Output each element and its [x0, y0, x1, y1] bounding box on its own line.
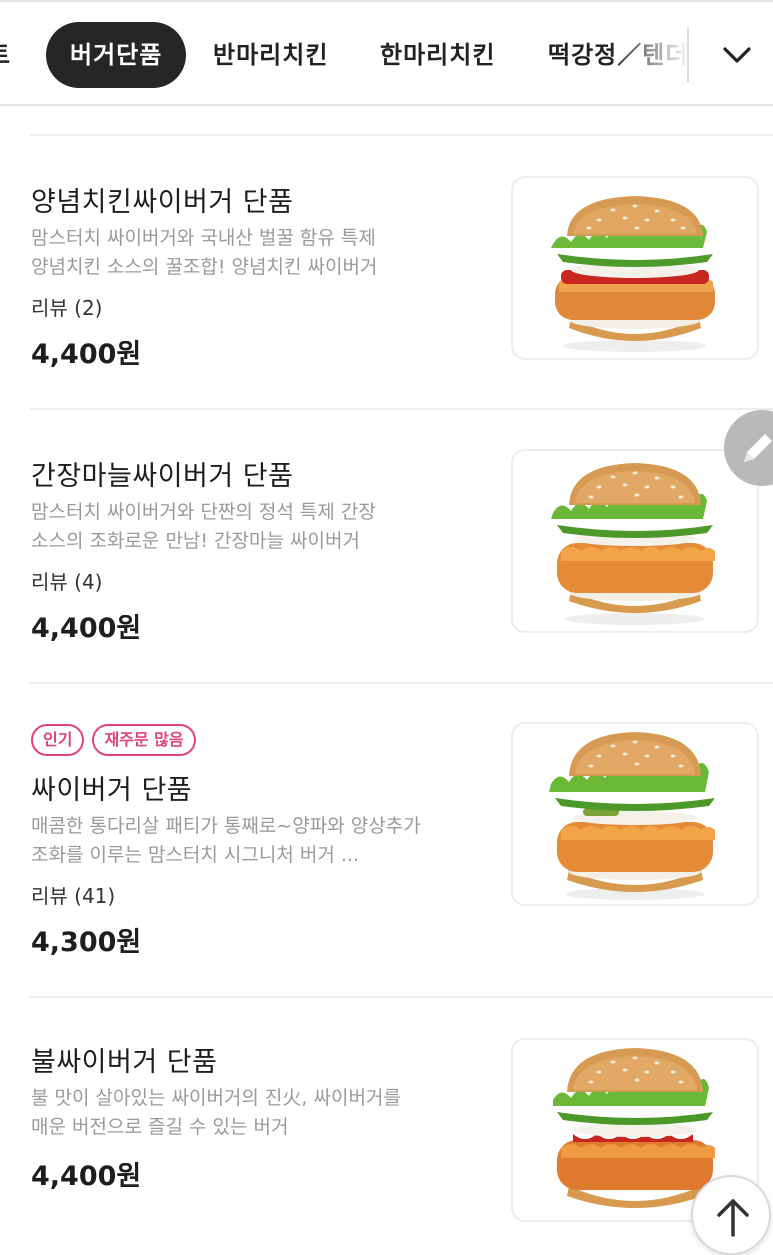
tab-half-chicken[interactable]: 반마리치킨	[213, 22, 328, 88]
price-currency: 원	[116, 1161, 142, 1192]
description-line: 양념치킨 소스의 꿀조합! 양념치킨 싸이버거	[31, 256, 378, 278]
menu-item-name: 간장마늘싸이버거 단품	[31, 461, 294, 492]
menu-item-name: 싸이버거 단품	[31, 775, 193, 806]
menu-item-image[interactable]	[511, 449, 759, 633]
menu-item-price: 4,400원	[31, 332, 141, 371]
menu-item[interactable]: 인기 재주문 많음 싸이버거 단품 매콤한 통다리살 패티가 통째로~양파와 양…	[0, 684, 773, 996]
price-currency: 원	[116, 927, 142, 958]
price-value: 4,400	[31, 339, 117, 370]
tab-fade-overlay	[610, 2, 690, 104]
tab-divider	[687, 28, 689, 82]
price-value: 4,300	[31, 927, 117, 958]
burger-image	[551, 196, 715, 352]
arrow-up-icon	[717, 1199, 749, 1237]
pencil-icon	[744, 434, 772, 462]
menu-item[interactable]: 불싸이버거 단품 불 맛이 살아있는 싸이버거의 진火, 싸이버거를 매운 버전…	[0, 998, 773, 1250]
menu-item[interactable]: 양념치킨싸이버거 단품 맘스터치 싸이버거와 국내산 벌꿀 함유 특제 양념치킨…	[0, 136, 773, 408]
price-currency: 원	[116, 339, 142, 370]
description-line: 매운 버전으로 즐길 수 있는 버거	[31, 1116, 289, 1138]
category-tab-bar: 트 버거단품 반마리치킨 한마리치킨 떡강정／텐더	[0, 0, 773, 106]
menu-item-price: 4,400원	[31, 606, 141, 645]
review-count[interactable]: 리뷰 (2)	[31, 292, 103, 321]
tab-burger-single[interactable]: 버거단품	[46, 22, 187, 88]
tab-whole-chicken[interactable]: 한마리치킨	[380, 22, 495, 88]
menu-item-name: 양념치킨싸이버거 단품	[31, 187, 294, 218]
description-line: 매콤한 통다리살 패티가 통째로~양파와 양상추가	[31, 815, 421, 837]
description-line: 소스의 조화로운 만남! 간장마늘 싸이버거	[31, 530, 360, 552]
expand-categories-button[interactable]	[690, 4, 773, 104]
tab-set-menu[interactable]: 트	[0, 22, 11, 88]
review-count[interactable]: 리뷰 (4)	[31, 566, 103, 595]
description-line: 조화를 이루는 맘스터치 시그니처 버거 ...	[31, 844, 359, 866]
price-currency: 원	[116, 613, 142, 644]
burger-image	[551, 463, 715, 625]
menu-item-image[interactable]	[511, 176, 759, 360]
menu-item-price: 4,400원	[31, 1154, 141, 1193]
popular-badge: 인기	[31, 724, 85, 756]
price-value: 4,400	[31, 613, 117, 644]
review-count[interactable]: 리뷰 (41)	[31, 880, 115, 909]
menu-item-description: 맘스터치 싸이버거와 국내산 벌꿀 함유 특제 양념치킨 소스의 꿀조합! 양념…	[31, 224, 471, 282]
menu-item-name: 불싸이버거 단품	[31, 1047, 218, 1078]
menu-item-description: 불 맛이 살아있는 싸이버거의 진火, 싸이버거를 매운 버전으로 즐길 수 있…	[31, 1084, 471, 1142]
price-value: 4,400	[31, 1161, 117, 1192]
menu-item-image[interactable]	[511, 722, 759, 906]
burger-image	[549, 732, 715, 900]
scroll-to-top-button[interactable]	[691, 1175, 771, 1255]
reorder-badge: 재주문 많음	[92, 724, 196, 756]
menu-item-price: 4,300원	[31, 920, 141, 959]
menu-item-description: 맘스터치 싸이버거와 단짠의 정석 특제 간장 소스의 조화로운 만남! 간장마…	[31, 498, 471, 556]
description-line: 불 맛이 살아있는 싸이버거의 진火, 싸이버거를	[31, 1087, 401, 1109]
menu-item-description: 매콤한 통다리살 패티가 통째로~양파와 양상추가 조화를 이루는 맘스터치 시…	[31, 812, 471, 870]
badge-group: 인기 재주문 많음	[31, 724, 196, 756]
description-line: 맘스터치 싸이버거와 단짠의 정석 특제 간장	[31, 501, 376, 523]
menu-item[interactable]: 간장마늘싸이버거 단품 맘스터치 싸이버거와 단짠의 정석 특제 간장 소스의 …	[0, 410, 773, 682]
description-line: 맘스터치 싸이버거와 국내산 벌꿀 함유 특제	[31, 227, 376, 249]
chevron-down-icon	[723, 47, 751, 63]
